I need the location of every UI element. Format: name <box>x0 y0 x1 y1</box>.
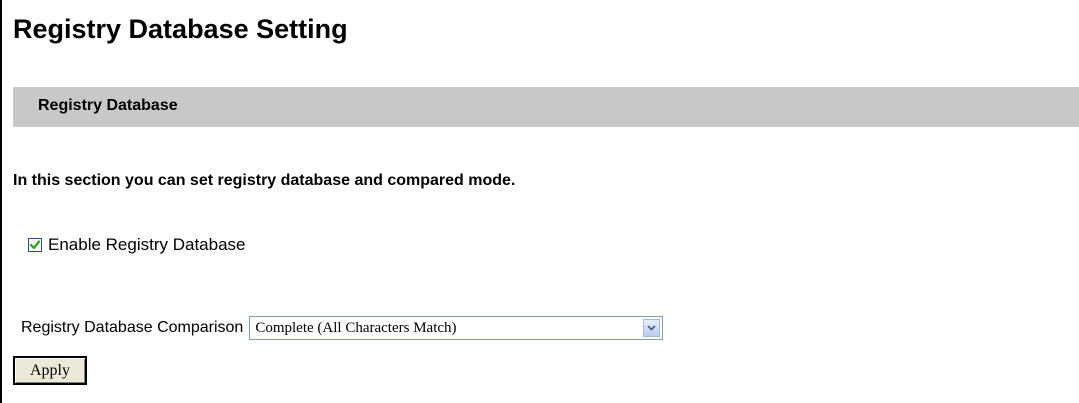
section-header: Registry Database <box>13 87 1079 127</box>
comparison-row: Registry Database Comparison Complete (A… <box>21 315 664 341</box>
apply-button[interactable]: Apply <box>13 356 87 385</box>
page-frame: Registry Database Setting Registry Datab… <box>0 0 1079 403</box>
check-icon <box>29 240 41 250</box>
enable-registry-database-label[interactable]: Enable Registry Database <box>48 235 246 255</box>
section-description: In this section you can set registry dat… <box>13 172 516 189</box>
comparison-select[interactable]: Complete (All Characters Match) <box>249 316 664 340</box>
comparison-label: Registry Database Comparison <box>21 319 244 336</box>
chevron-down-icon <box>647 325 656 331</box>
enable-registry-database-checkbox[interactable] <box>28 238 42 252</box>
comparison-selected-value: Complete (All Characters Match) <box>255 319 457 336</box>
dropdown-arrow-button[interactable] <box>643 319 661 337</box>
section-title: Registry Database <box>38 97 178 114</box>
page-title: Registry Database Setting <box>13 14 348 44</box>
enable-registry-database-row: Enable Registry Database <box>28 233 246 257</box>
